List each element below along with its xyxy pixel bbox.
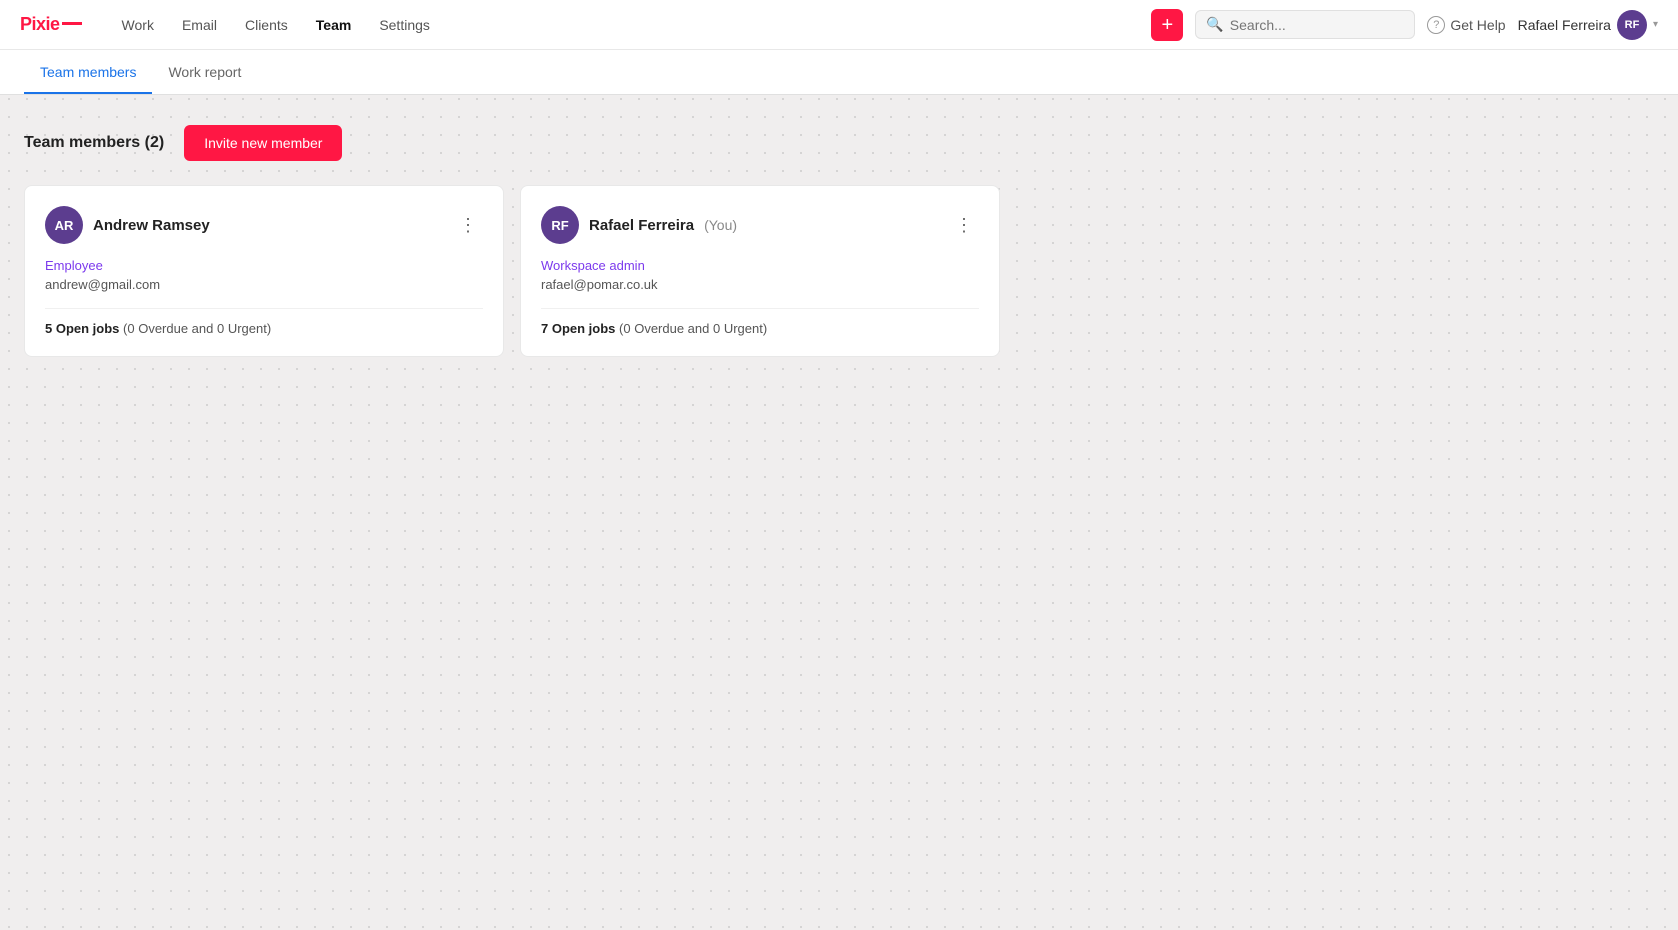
more-options-button-0[interactable]: ⋮ (453, 214, 483, 236)
help-label: Get Help (1450, 17, 1505, 33)
logo[interactable]: Pixie (20, 14, 82, 35)
member-info-0: AR Andrew Ramsey (45, 206, 210, 244)
tab-work-report[interactable]: Work report (152, 50, 257, 94)
nav-work[interactable]: Work (110, 11, 166, 39)
help-icon: ? (1427, 16, 1445, 34)
page-title: Team members (2) (24, 134, 164, 152)
logo-dash (62, 22, 82, 25)
tab-team-members[interactable]: Team members (24, 50, 152, 94)
nav-team[interactable]: Team (304, 11, 364, 39)
members-grid: AR Andrew Ramsey ⋮ Employee andrew@gmail… (24, 185, 1654, 357)
member-card-1: RF Rafael Ferreira (You) ⋮ Workspace adm… (520, 185, 1000, 357)
user-section[interactable]: Rafael Ferreira RF ▾ (1518, 10, 1658, 40)
member-card-0: AR Andrew Ramsey ⋮ Employee andrew@gmail… (24, 185, 504, 357)
nav-email[interactable]: Email (170, 11, 229, 39)
nav-settings[interactable]: Settings (367, 11, 442, 39)
chevron-down-icon: ▾ (1653, 19, 1658, 30)
avatar-andrew: AR (45, 206, 83, 244)
jobs-count-0: 5 Open jobs (45, 321, 119, 336)
main-content: Team members (2) Invite new member AR An… (0, 95, 1678, 387)
subtabs: Team members Work report (0, 50, 1678, 95)
member-email-0: andrew@gmail.com (45, 277, 483, 292)
search-input[interactable] (1230, 17, 1405, 33)
top-nav: Pixie Work Email Clients Team Settings +… (0, 0, 1678, 50)
page-header: Team members (2) Invite new member (24, 125, 1654, 161)
nav-clients[interactable]: Clients (233, 11, 300, 39)
member-name-0: Andrew Ramsey (93, 217, 210, 234)
member-card-header-0: AR Andrew Ramsey ⋮ (45, 206, 483, 244)
member-email-1: rafael@pomar.co.uk (541, 277, 979, 292)
search-icon: 🔍 (1206, 16, 1223, 33)
member-info-1: RF Rafael Ferreira (You) (541, 206, 737, 244)
jobs-detail-1: (0 Overdue and 0 Urgent) (619, 321, 767, 336)
avatar-rafael: RF (541, 206, 579, 244)
member-jobs-1: 7 Open jobs (0 Overdue and 0 Urgent) (541, 308, 979, 336)
member-role-0: Employee (45, 258, 483, 273)
help-button[interactable]: ? Get Help (1427, 16, 1505, 34)
member-you-label-1: (You) (704, 217, 737, 233)
more-options-button-1[interactable]: ⋮ (949, 214, 979, 236)
add-button[interactable]: + (1151, 9, 1183, 41)
nav-right: + 🔍 ? Get Help Rafael Ferreira RF ▾ (1151, 9, 1658, 41)
logo-text: Pixie (20, 14, 60, 35)
avatar: RF (1617, 10, 1647, 40)
member-jobs-0: 5 Open jobs (0 Overdue and 0 Urgent) (45, 308, 483, 336)
jobs-count-1: 7 Open jobs (541, 321, 615, 336)
user-name: Rafael Ferreira (1518, 17, 1611, 33)
jobs-detail-0: (0 Overdue and 0 Urgent) (123, 321, 271, 336)
search-box: 🔍 (1195, 10, 1415, 39)
invite-new-member-button[interactable]: Invite new member (184, 125, 342, 161)
member-role-1: Workspace admin (541, 258, 979, 273)
member-card-header-1: RF Rafael Ferreira (You) ⋮ (541, 206, 979, 244)
member-name-1: Rafael Ferreira (589, 217, 694, 234)
nav-links: Work Email Clients Team Settings (110, 11, 1152, 39)
